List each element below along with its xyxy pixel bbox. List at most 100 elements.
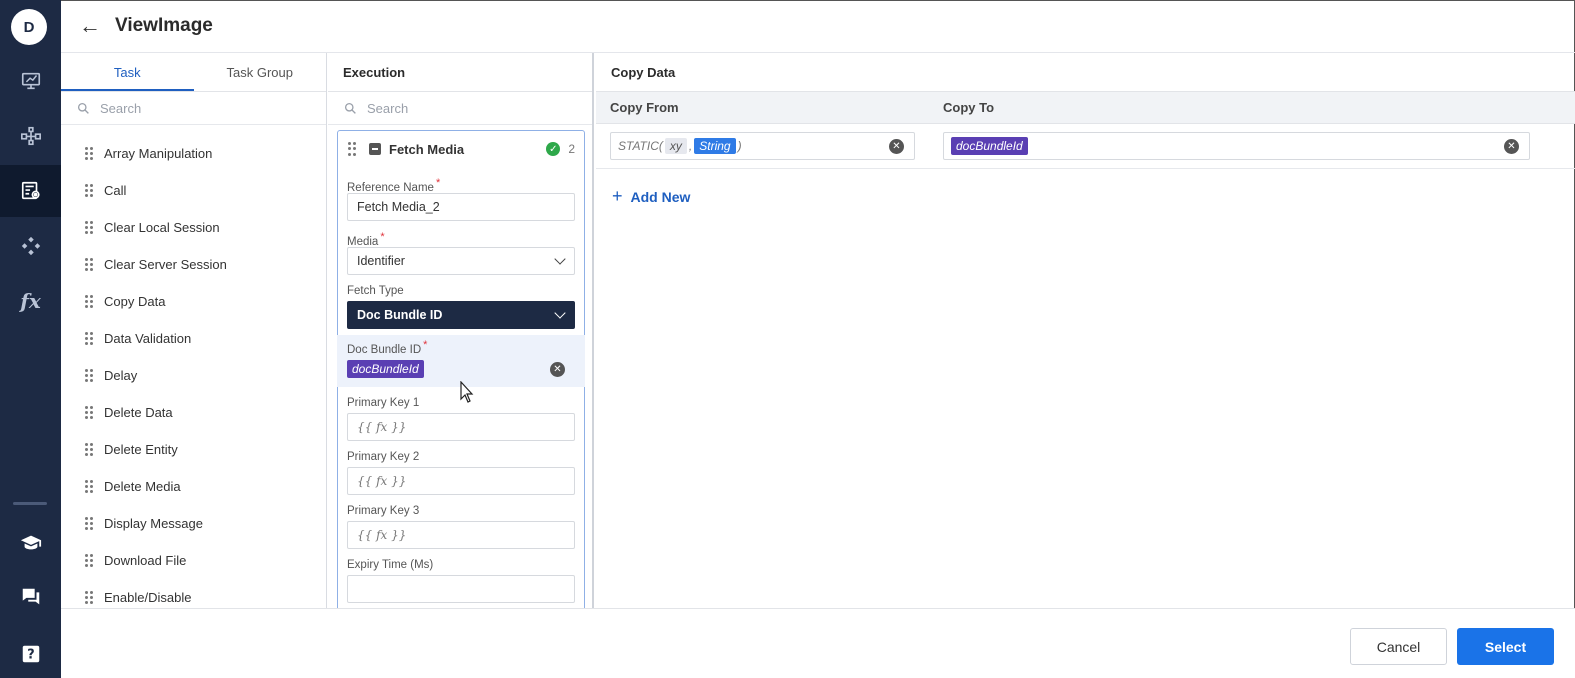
- rail-chat-icon[interactable]: [0, 571, 61, 623]
- task-list-item[interactable]: Enable/Disable: [61, 579, 326, 608]
- clear-icon[interactable]: ✕: [550, 362, 565, 377]
- task-list-item[interactable]: Copy Data: [61, 283, 326, 320]
- task-list-item[interactable]: Delete Data: [61, 394, 326, 431]
- task-list-item-label: Enable/Disable: [104, 590, 192, 605]
- drag-handle-icon[interactable]: [85, 553, 93, 568]
- static-arg-value[interactable]: xy: [664, 138, 687, 154]
- cancel-button[interactable]: Cancel: [1350, 628, 1447, 665]
- task-list-item-label: Data Validation: [104, 331, 192, 346]
- primary-key-3-field: Primary Key 3 {{ fx }}: [338, 501, 584, 549]
- doc-bundle-field: Doc Bundle ID * docBundleId ✕: [337, 335, 585, 387]
- expiry-time-input[interactable]: [347, 575, 575, 603]
- task-list-item-label: Delete Entity: [104, 442, 178, 457]
- task-list-item-label: Download File: [104, 553, 187, 568]
- rail-diamond-network-icon[interactable]: [0, 220, 61, 272]
- collapse-icon[interactable]: [369, 143, 381, 155]
- task-list-item[interactable]: Delete Entity: [61, 431, 326, 468]
- drag-handle-icon[interactable]: [85, 516, 93, 531]
- copy-to-header: Copy To: [943, 100, 995, 115]
- search-icon: [77, 102, 89, 114]
- task-list-item[interactable]: Data Validation: [61, 320, 326, 357]
- user-avatar[interactable]: D: [11, 9, 47, 45]
- drag-handle-icon[interactable]: [85, 331, 93, 346]
- chevron-down-icon: [554, 307, 566, 319]
- clear-icon[interactable]: ✕: [889, 139, 904, 154]
- drag-handle-icon[interactable]: [85, 479, 93, 494]
- static-fn-prefix: STATIC(: [618, 139, 663, 153]
- task-list-item-label: Array Manipulation: [104, 146, 213, 161]
- clear-icon[interactable]: ✕: [1504, 139, 1519, 154]
- fetch-type-select[interactable]: Doc Bundle ID: [347, 301, 575, 329]
- rail-help-icon[interactable]: ?: [0, 628, 61, 678]
- mouse-cursor-icon: [460, 381, 474, 403]
- copy-from-input[interactable]: STATIC( xy , String ) ✕: [610, 132, 915, 160]
- execution-search[interactable]: Search: [328, 92, 592, 125]
- add-new-button[interactable]: + Add New: [612, 186, 690, 207]
- reference-name-field: Reference Name * Fetch Media_2: [338, 173, 584, 221]
- drag-handle-icon[interactable]: [348, 142, 356, 156]
- primary-key-1-input[interactable]: {{ fx }}: [347, 413, 575, 441]
- task-list-item-label: Delay: [104, 368, 138, 383]
- tab-task-group[interactable]: Task Group: [194, 53, 327, 91]
- footer-bar: Cancel Select: [61, 608, 1575, 678]
- task-list-item[interactable]: Display Message: [61, 505, 326, 542]
- drag-handle-icon[interactable]: [85, 442, 93, 457]
- tab-task[interactable]: Task: [61, 53, 194, 91]
- drag-handle-icon[interactable]: [85, 220, 93, 235]
- card-header: Fetch Media ✓ 2: [338, 131, 584, 167]
- task-list-item[interactable]: Download File: [61, 542, 326, 579]
- drag-handle-icon[interactable]: [85, 368, 93, 383]
- task-search-placeholder: Search: [100, 100, 142, 116]
- required-asterisk: *: [423, 339, 428, 351]
- copy-data-panel: Copy Data Copy From Copy To STATIC( xy ,…: [596, 53, 1575, 608]
- rail-task-settings-icon[interactable]: [0, 165, 61, 217]
- copy-to-chip[interactable]: docBundleId: [951, 137, 1028, 155]
- rail-separator: [13, 502, 47, 505]
- fetch-media-card[interactable]: Fetch Media ✓ 2 Reference Name * Fetch Me…: [337, 130, 585, 608]
- back-arrow-icon[interactable]: ←: [79, 13, 103, 39]
- doc-bundle-chip[interactable]: docBundleId: [347, 360, 424, 378]
- media-field: Media * Identifier: [338, 227, 584, 275]
- static-arg-type[interactable]: String: [694, 138, 736, 154]
- drag-handle-icon[interactable]: [85, 183, 93, 198]
- reference-name-input[interactable]: Fetch Media_2: [347, 193, 575, 221]
- drag-handle-icon[interactable]: [85, 405, 93, 420]
- page-header: ← ViewImage: [61, 0, 1575, 53]
- task-search[interactable]: Search: [61, 92, 326, 125]
- doc-bundle-input[interactable]: docBundleId ✕: [347, 355, 575, 383]
- task-list-item[interactable]: Delete Media: [61, 468, 326, 505]
- task-list: Array Manipulation Call Clear Local Sessio…: [61, 125, 326, 608]
- task-panel: Task Task Group Search Array Manipulatio…: [61, 53, 327, 608]
- expiry-time-label: Expiry Time (Ms): [347, 559, 434, 571]
- rail-monitor-icon[interactable]: [0, 55, 61, 107]
- static-arg-separator: ,: [688, 139, 693, 153]
- execution-title: Execution: [328, 53, 592, 92]
- drag-handle-icon[interactable]: [85, 257, 93, 272]
- media-select[interactable]: Identifier: [347, 247, 575, 275]
- task-list-item-label: Delete Media: [104, 479, 181, 494]
- primary-key-2-input[interactable]: {{ fx }}: [347, 467, 575, 495]
- chevron-down-icon: [554, 253, 566, 265]
- rail-function-icon[interactable]: fx: [0, 275, 61, 327]
- task-list-item[interactable]: Clear Server Session: [61, 246, 326, 283]
- task-list-item-label: Display Message: [104, 516, 203, 531]
- primary-key-3-input[interactable]: {{ fx }}: [347, 521, 575, 549]
- task-list-item[interactable]: Delay: [61, 357, 326, 394]
- fetch-type-label: Fetch Type: [347, 285, 404, 297]
- add-new-label: Add New: [630, 188, 691, 205]
- drag-handle-icon[interactable]: [85, 146, 93, 161]
- svg-text:?: ?: [27, 648, 34, 663]
- left-rail: D fx ?: [0, 0, 61, 678]
- task-list-item[interactable]: Call: [61, 172, 326, 209]
- required-asterisk: *: [380, 231, 385, 243]
- drag-handle-icon[interactable]: [85, 294, 93, 309]
- copy-to-input[interactable]: docBundleId ✕: [943, 132, 1530, 160]
- task-list-item[interactable]: Array Manipulation: [61, 135, 326, 172]
- task-list-item[interactable]: Clear Local Session: [61, 209, 326, 246]
- rail-learning-cap-icon[interactable]: [0, 517, 61, 569]
- drag-handle-icon[interactable]: [85, 590, 93, 605]
- task-tabs: Task Task Group: [61, 53, 326, 92]
- rail-workflow-icon[interactable]: [0, 110, 61, 162]
- select-button[interactable]: Select: [1457, 628, 1554, 665]
- page-title: ViewImage: [115, 15, 213, 36]
